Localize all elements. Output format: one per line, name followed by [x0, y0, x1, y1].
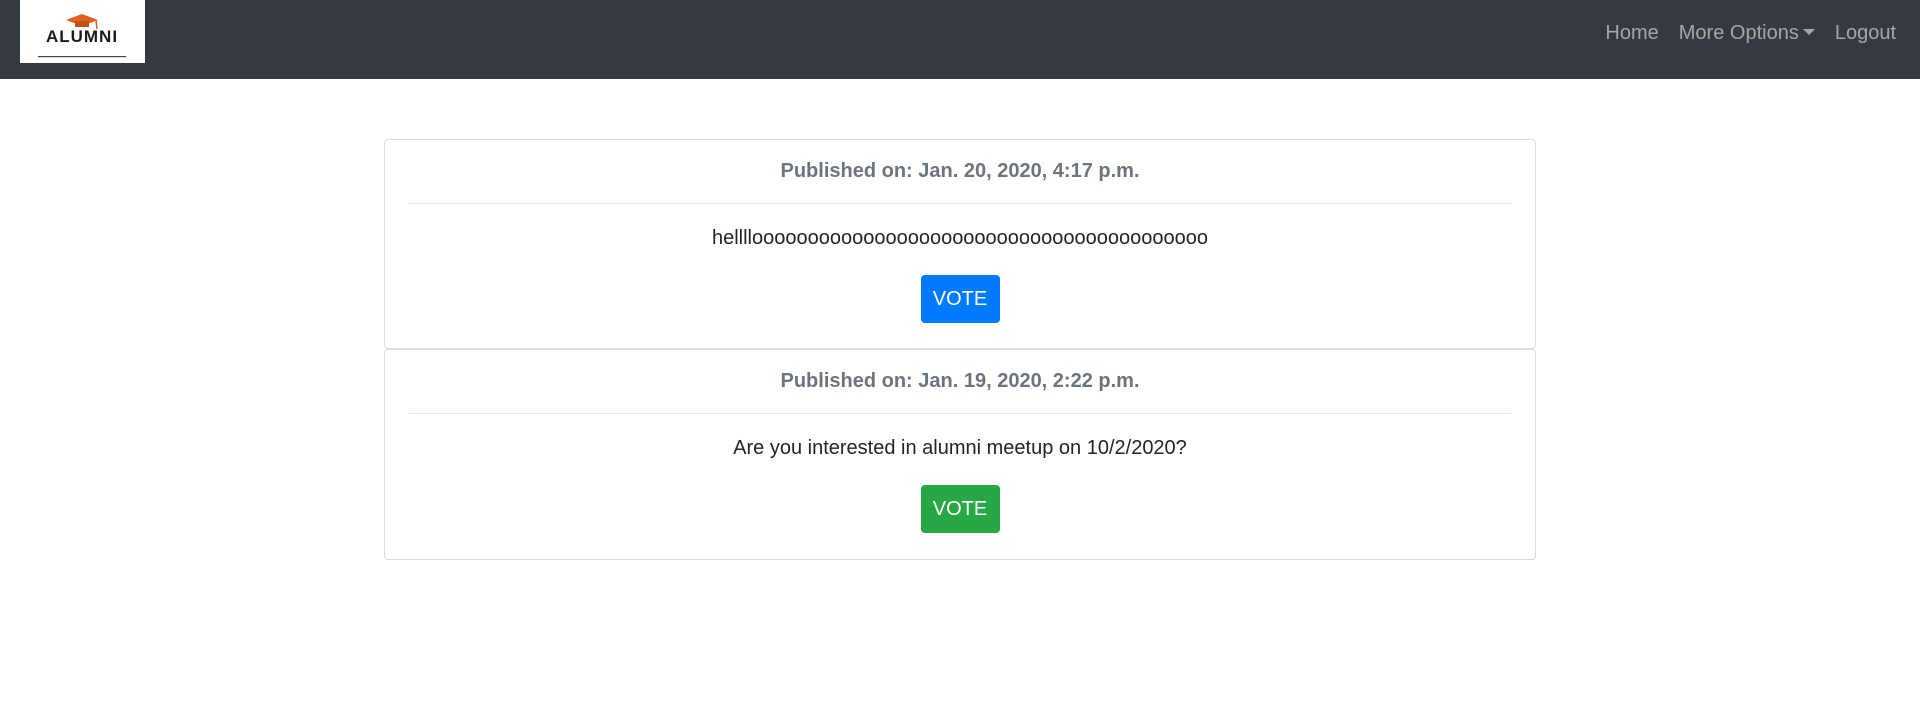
nav-more-options-dropdown[interactable]: More Options — [1669, 22, 1825, 45]
graduation-cap-icon: ALUMNI — [38, 14, 126, 58]
poll-question: helllloooooooooooooooooooooooooooooooooo… — [711, 227, 1209, 249]
poll-question: Are you interested in alumni meetup on 1… — [733, 437, 1187, 459]
poll-list: Published on: Jan. 20, 2020, 4:17 p.m. h… — [384, 139, 1536, 560]
top-navbar: ALUMNI Home More Options Logout — [0, 0, 1920, 79]
alumni-logo[interactable]: ALUMNI — [20, 0, 145, 63]
nav-more-options-label: More Options — [1678, 21, 1799, 44]
vote-button[interactable]: VOTE — [920, 275, 1000, 323]
nav-home-link[interactable]: Home — [1595, 22, 1668, 45]
poll-card: Published on: Jan. 19, 2020, 2:22 p.m. A… — [384, 349, 1536, 560]
vote-button[interactable]: VOTE — [920, 485, 1000, 533]
poll-published-date: Published on: Jan. 20, 2020, 4:17 p.m. — [409, 140, 1511, 204]
nav-logout-link[interactable]: Logout — [1825, 22, 1906, 45]
nav-links: Home More Options Logout — [1595, 0, 1906, 66]
logo-text: ALUMNI — [46, 27, 118, 46]
chevron-down-icon — [1802, 28, 1815, 35]
poll-published-date: Published on: Jan. 19, 2020, 2:22 p.m. — [409, 350, 1511, 414]
poll-card: Published on: Jan. 20, 2020, 4:17 p.m. h… — [384, 139, 1536, 349]
